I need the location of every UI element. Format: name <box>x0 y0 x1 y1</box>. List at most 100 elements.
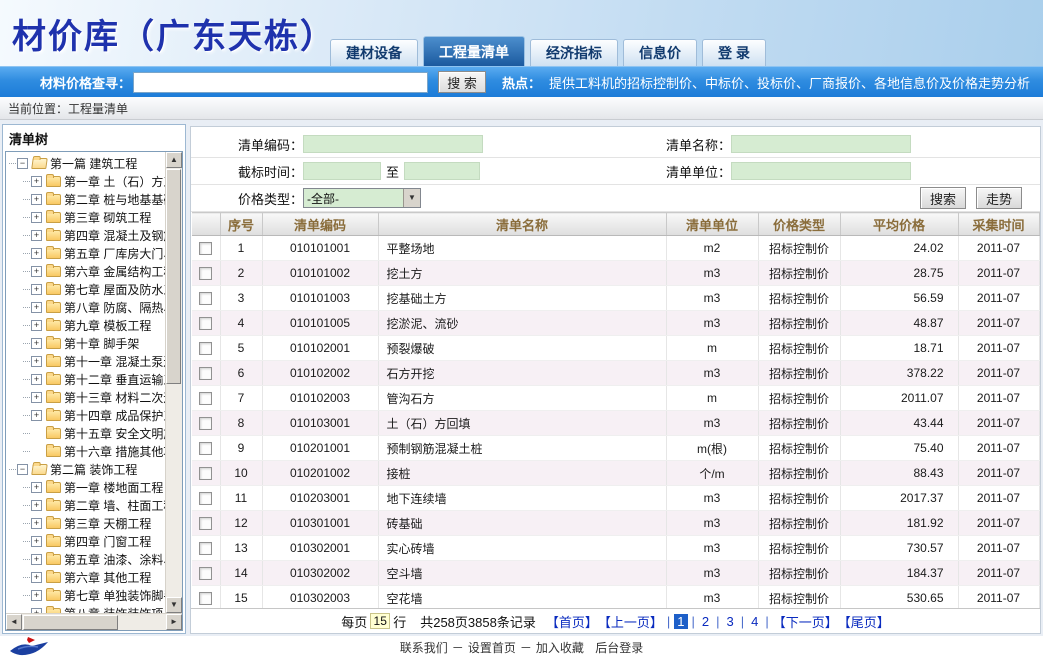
expand-icon[interactable]: + <box>31 536 42 547</box>
row-checkbox[interactable] <box>199 517 212 530</box>
tab-economic-index[interactable]: 经济指标 <box>530 39 618 66</box>
tree-item[interactable]: +第六章 金属结构工程 <box>9 262 165 280</box>
trend-button[interactable]: 走势 <box>976 187 1022 209</box>
tree-item[interactable]: +第五章 厂库房大门、 <box>9 244 165 262</box>
expand-icon[interactable]: + <box>31 356 42 367</box>
page-2-link[interactable]: 2 <box>699 614 712 629</box>
tree-item[interactable]: +第十一章 混凝土泵送 <box>9 352 165 370</box>
tree-item[interactable]: −第二篇 装饰工程 <box>9 460 165 478</box>
row-checkbox[interactable] <box>199 442 212 455</box>
expand-icon[interactable]: + <box>31 374 42 385</box>
page-3-link[interactable]: 3 <box>724 614 737 629</box>
date-from-input[interactable] <box>303 162 381 180</box>
tab-login[interactable]: 登 录 <box>702 39 766 66</box>
tree-item[interactable]: +第十三章 材料二次运 <box>9 388 165 406</box>
tree-item[interactable]: 第十五章 安全文明施 <box>9 424 165 442</box>
footer-link[interactable]: 联系我们 <box>400 641 448 655</box>
row-checkbox[interactable] <box>199 242 212 255</box>
footer-link[interactable]: 设置首页 <box>468 641 516 655</box>
collapse-icon[interactable]: − <box>17 158 28 169</box>
expand-icon[interactable]: + <box>31 392 42 403</box>
row-checkbox[interactable] <box>199 592 212 605</box>
page-prev-link[interactable]: 【上一页】 <box>598 612 663 631</box>
page-4-link[interactable]: 4 <box>748 614 761 629</box>
collapse-icon[interactable]: − <box>17 464 28 475</box>
row-checkbox[interactable] <box>199 342 212 355</box>
expand-icon[interactable]: + <box>31 410 42 421</box>
page-1-link[interactable]: 1 <box>674 614 687 629</box>
row-checkbox[interactable] <box>199 492 212 505</box>
row-checkbox[interactable] <box>199 467 212 480</box>
horizontal-scroll-thumb[interactable] <box>23 615 118 630</box>
tree-vertical-scrollbar[interactable]: ▲ ▼ <box>165 152 182 613</box>
expand-icon[interactable]: + <box>31 482 42 493</box>
expand-icon[interactable]: + <box>31 176 42 187</box>
tree-item[interactable]: +第一章 土（石）方工 <box>9 172 165 190</box>
tree-item[interactable]: +第八章 防腐、隔热、 <box>9 298 165 316</box>
date-to-input[interactable] <box>404 162 480 180</box>
expand-icon[interactable]: + <box>31 500 42 511</box>
expand-icon[interactable]: + <box>31 266 42 277</box>
expand-icon[interactable]: + <box>31 554 42 565</box>
scroll-up-icon[interactable]: ▲ <box>166 152 182 168</box>
tree-item[interactable]: +第三章 天棚工程 <box>9 514 165 532</box>
row-checkbox[interactable] <box>199 542 212 555</box>
tree-item[interactable]: +第十章 脚手架 <box>9 334 165 352</box>
expand-icon[interactable]: + <box>31 338 42 349</box>
expand-icon[interactable]: + <box>31 590 42 601</box>
tree-item[interactable]: +第四章 门窗工程 <box>9 532 165 550</box>
footer-link[interactable]: 加入收藏 <box>536 641 584 655</box>
page-next-link[interactable]: 【下一页】 <box>773 612 838 631</box>
tree-item[interactable]: +第三章 砌筑工程 <box>9 208 165 226</box>
tree-item[interactable]: +第十二章 垂直运输工 <box>9 370 165 388</box>
page-first-link[interactable]: 【首页】 <box>546 612 598 631</box>
expand-icon[interactable]: + <box>31 230 42 241</box>
tab-info-price[interactable]: 信息价 <box>623 39 697 66</box>
tree-item[interactable]: +第一章 楼地面工程 <box>9 478 165 496</box>
scroll-down-icon[interactable]: ▼ <box>166 597 182 613</box>
tree-horizontal-scrollbar[interactable]: ◄ ► <box>6 613 182 630</box>
tree-item[interactable]: +第七章 屋面及防水工 <box>9 280 165 298</box>
price-type-select[interactable]: -全部- ▼ <box>303 188 421 208</box>
tree-item[interactable]: +第二章 桩与地基基础 <box>9 190 165 208</box>
tab-boq[interactable]: 工程量清单 <box>423 36 525 66</box>
tree-item[interactable]: +第十四章 成品保护工 <box>9 406 165 424</box>
row-checkbox[interactable] <box>199 317 212 330</box>
expand-icon[interactable]: + <box>31 518 42 529</box>
row-checkbox[interactable] <box>199 367 212 380</box>
expand-icon[interactable]: + <box>31 194 42 205</box>
search-button[interactable]: 搜 索 <box>438 71 486 93</box>
expand-icon[interactable]: + <box>31 302 42 313</box>
per-page-input[interactable]: 15 <box>370 613 390 629</box>
tree-item[interactable]: +第八章 装饰装饰项目 <box>9 604 165 613</box>
tab-building-materials[interactable]: 建材设备 <box>330 39 418 66</box>
expand-icon[interactable]: + <box>31 248 42 259</box>
tree-item[interactable]: +第五章 油漆、涂料、 <box>9 550 165 568</box>
list-code-input[interactable] <box>303 135 483 153</box>
row-checkbox[interactable] <box>199 267 212 280</box>
scroll-left-icon[interactable]: ◄ <box>6 614 22 630</box>
row-checkbox[interactable] <box>199 392 212 405</box>
tree-item[interactable]: +第六章 其他工程 <box>9 568 165 586</box>
tree-item[interactable]: +第九章 模板工程 <box>9 316 165 334</box>
expand-icon[interactable]: + <box>31 320 42 331</box>
tree-item[interactable]: +第七章 单独装饰脚手 <box>9 586 165 604</box>
scroll-right-icon[interactable]: ► <box>166 614 182 630</box>
footer-link[interactable]: 后台登录 <box>595 641 643 655</box>
page-last-link[interactable]: 【尾页】 <box>838 612 890 631</box>
row-checkbox[interactable] <box>199 417 212 430</box>
list-name-input[interactable] <box>731 135 911 153</box>
tree-item[interactable]: −第一篇 建筑工程 <box>9 154 165 172</box>
row-checkbox[interactable] <box>199 567 212 580</box>
tree-item[interactable]: +第四章 混凝土及钢筋 <box>9 226 165 244</box>
row-checkbox[interactable] <box>199 292 212 305</box>
expand-icon[interactable]: + <box>31 284 42 295</box>
vertical-scroll-thumb[interactable] <box>166 169 181 384</box>
tree-item[interactable]: 第十六章 措施其他项 <box>9 442 165 460</box>
expand-icon[interactable]: + <box>31 572 42 583</box>
search-input[interactable] <box>133 72 428 93</box>
chevron-down-icon[interactable]: ▼ <box>403 189 420 207</box>
expand-icon[interactable]: + <box>31 212 42 223</box>
tree-item[interactable]: +第二章 墙、柱面工程 <box>9 496 165 514</box>
form-search-button[interactable]: 搜索 <box>920 187 966 209</box>
